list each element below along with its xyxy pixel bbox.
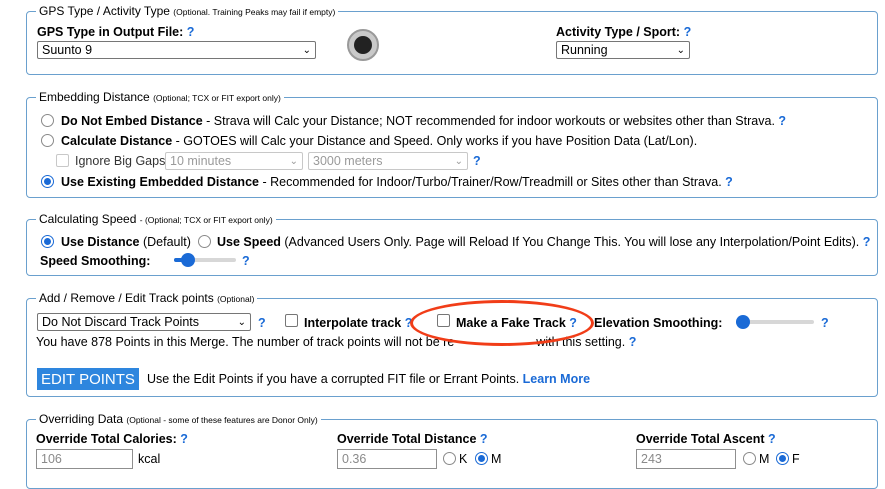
ascent-unit-f: F: [792, 452, 800, 466]
speed-smoothing-label: Speed Smoothing:: [40, 254, 151, 268]
speed-smoothing-slider[interactable]: [174, 253, 236, 267]
distance-input[interactable]: 0.36: [337, 449, 437, 469]
radio-ascent-meters[interactable]: [743, 452, 756, 465]
interpolate-label: Interpolate track ?: [304, 316, 413, 330]
sport-label: Activity Type / Sport: ?: [556, 25, 692, 39]
highlight-oval: [410, 300, 594, 346]
edit-points-desc: Use the Edit Points if you have a corrup…: [147, 372, 591, 386]
track-legend: Add / Remove / Edit Track points (Option…: [36, 291, 258, 305]
radio-distance-miles[interactable]: [475, 452, 488, 465]
gps-type-select[interactable]: Suunto 9 ⌄: [37, 41, 316, 59]
ascent-input[interactable]: 243: [636, 449, 736, 469]
speed-legend: Calculating Speed - (Optional; TCX or FI…: [36, 212, 276, 226]
radio-no-embed[interactable]: [41, 114, 54, 127]
discard-points-select[interactable]: Do Not Discard Track Points ⌄: [37, 313, 251, 331]
calories-unit: kcal: [138, 452, 161, 466]
override-calories-label: Override Total Calories: ?: [36, 432, 188, 446]
interpolate-checkbox[interactable]: [285, 314, 298, 327]
learn-more-link[interactable]: Learn More: [523, 372, 590, 386]
gap-distance-select[interactable]: 3000 meters ⌄: [308, 152, 468, 170]
use-speed-text: Use Speed (Advanced Users Only. Page wil…: [217, 235, 871, 249]
radio-ascent-feet[interactable]: [776, 452, 789, 465]
radio-use-speed[interactable]: [198, 235, 211, 248]
gps-type-label: GPS Type in Output File: ?: [37, 25, 195, 39]
use-existing-text: Use Existing Embedded Distance - Recomme…: [61, 175, 733, 189]
override-distance-label: Override Total Distance ?: [337, 432, 488, 446]
elevation-smoothing-label: Elevation Smoothing:: [594, 316, 723, 330]
gps-legend: GPS Type / Activity Type (Optional. Trai…: [36, 4, 339, 18]
override-ascent-label: Override Total Ascent ?: [636, 432, 776, 446]
speed-smoothing-help-icon[interactable]: ?: [242, 254, 250, 268]
calories-input[interactable]: 106: [36, 449, 133, 469]
sport-select[interactable]: Running ⌄: [556, 41, 690, 59]
gap-help-icon[interactable]: ?: [473, 154, 481, 168]
calc-distance-text: Calculate Distance - GOTOES will Calc yo…: [61, 134, 698, 148]
elevation-help-icon[interactable]: ?: [821, 316, 829, 330]
edit-points-button[interactable]: EDIT POINTS: [37, 368, 139, 390]
radio-calc-distance[interactable]: [41, 134, 54, 147]
override-legend: Overriding Data (Optional - some of thes…: [36, 412, 321, 426]
use-distance-text: Use Distance (Default): [61, 235, 191, 249]
radio-use-distance[interactable]: [41, 235, 54, 248]
distance-unit-k: K: [459, 452, 468, 466]
ascent-unit-m: M: [759, 452, 770, 466]
no-embed-text: Do Not Embed Distance - Strava will Calc…: [61, 114, 787, 128]
radio-distance-km[interactable]: [443, 452, 456, 465]
gap-time-select[interactable]: 10 minutes ⌄: [165, 152, 303, 170]
elevation-smoothing-slider[interactable]: [736, 315, 814, 329]
suunto-watch-icon: [347, 29, 379, 61]
embed-legend: Embedding Distance (Optional; TCX or FIT…: [36, 90, 284, 104]
distance-unit-m: M: [491, 452, 502, 466]
discard-help-icon[interactable]: ?: [258, 316, 266, 330]
ignore-gaps-checkbox[interactable]: [56, 154, 69, 167]
ignore-gaps-label: Ignore Big Gaps: [75, 154, 166, 168]
radio-use-existing[interactable]: [41, 175, 54, 188]
